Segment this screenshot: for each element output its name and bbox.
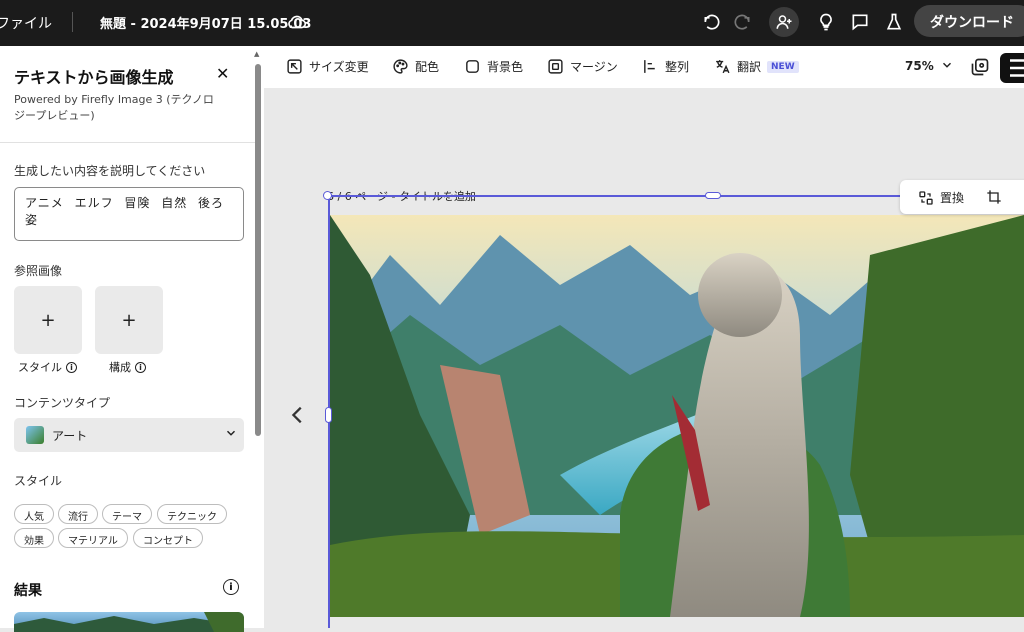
prompt-label: 生成したい内容を説明してください bbox=[14, 164, 206, 178]
style-chip-technique[interactable]: テクニック bbox=[157, 504, 227, 524]
sidebar-scrollbar[interactable] bbox=[255, 64, 261, 436]
plus-icon: + bbox=[40, 309, 56, 331]
style-chip-material[interactable]: マテリアル bbox=[58, 528, 128, 548]
redo-icon[interactable] bbox=[730, 10, 754, 34]
rotate-handle[interactable] bbox=[323, 191, 332, 200]
zoom-level[interactable]: 75% bbox=[905, 59, 934, 73]
art-icon bbox=[26, 426, 44, 444]
content-type-value: アート bbox=[52, 429, 88, 443]
composition-caption-text: 構成 bbox=[109, 361, 131, 374]
replace-label: 置換 bbox=[940, 191, 965, 205]
info-icon[interactable]: i bbox=[66, 361, 77, 373]
style-reference-button[interactable]: + bbox=[14, 286, 82, 354]
align-label: 整列 bbox=[665, 60, 690, 74]
background-color-label: 背景色 bbox=[487, 60, 524, 74]
prompt-input[interactable]: アニメ エルフ 冒険 自然 後ろ姿 bbox=[14, 187, 244, 241]
palette-icon bbox=[393, 59, 408, 74]
style-chip-trending[interactable]: 流行 bbox=[58, 504, 98, 524]
image-context-toolbar: 置換 bbox=[900, 180, 1024, 214]
scroll-up-arrow[interactable]: ▲ bbox=[254, 50, 259, 58]
style-chip-theme[interactable]: テーマ bbox=[102, 504, 152, 524]
user-add-icon bbox=[776, 15, 792, 29]
thumbnail-landscape-image bbox=[14, 612, 244, 632]
adjustments-icon bbox=[1010, 59, 1024, 77]
content-type-dropdown[interactable]: アート bbox=[14, 418, 244, 452]
elf-landscape-illustration bbox=[330, 215, 1024, 617]
margin-tool[interactable]: マージン bbox=[547, 58, 618, 75]
cloud-sync-icon[interactable] bbox=[286, 11, 308, 33]
close-icon[interactable]: ✕ bbox=[216, 64, 229, 83]
download-button[interactable]: ダウンロード bbox=[914, 5, 1024, 37]
document-title[interactable]: 無題 - 2024年9月07日 15.05.03 bbox=[100, 13, 311, 32]
add-collaborator-button[interactable] bbox=[769, 7, 799, 37]
resize-handle-left[interactable] bbox=[325, 407, 332, 423]
file-menu[interactable]: ファイル bbox=[0, 13, 52, 33]
style-caption-text: スタイル bbox=[18, 361, 62, 374]
resize-tool[interactable]: サイズ変更 bbox=[286, 58, 369, 75]
panel-subtitle: Powered by Firefly Image 3 (テクノロジープレビュー) bbox=[14, 93, 214, 122]
color-scheme-label: 配色 bbox=[415, 60, 440, 74]
topbar-divider bbox=[72, 12, 73, 32]
undo-icon[interactable] bbox=[700, 10, 724, 34]
canvas-bottom-edge bbox=[330, 617, 1024, 628]
composition-reference-caption: 構成 i bbox=[109, 359, 146, 375]
composition-reference-button[interactable]: + bbox=[95, 286, 163, 354]
replace-icon bbox=[919, 190, 933, 205]
margin-label: マージン bbox=[570, 60, 618, 74]
plus-icon: + bbox=[121, 309, 137, 331]
panel-title: テキストから画像生成 bbox=[14, 68, 174, 87]
resize-icon bbox=[287, 59, 302, 74]
chevron-down-icon bbox=[224, 426, 238, 443]
resize-handle-top[interactable] bbox=[705, 192, 721, 199]
lightbulb-icon[interactable] bbox=[814, 10, 838, 34]
flask-icon[interactable] bbox=[882, 10, 906, 34]
style-label: スタイル bbox=[14, 474, 63, 488]
align-tool[interactable]: 整列 bbox=[642, 58, 689, 75]
chevron-down-icon[interactable] bbox=[940, 58, 954, 75]
new-badge: NEW bbox=[767, 60, 799, 73]
info-icon[interactable]: i bbox=[135, 361, 146, 373]
background-icon bbox=[466, 60, 479, 73]
previous-page-button[interactable] bbox=[287, 400, 309, 437]
info-icon[interactable]: i bbox=[223, 579, 239, 595]
style-reference-caption: スタイル i bbox=[18, 359, 77, 375]
adjustments-button[interactable] bbox=[1000, 53, 1024, 83]
comment-icon[interactable] bbox=[848, 10, 872, 34]
results-heading: 結果 bbox=[14, 583, 42, 599]
style-chip-popular[interactable]: 人気 bbox=[14, 504, 54, 524]
generated-image[interactable] bbox=[330, 215, 1024, 617]
content-type-label: コンテンツタイプ bbox=[14, 396, 111, 410]
translate-icon bbox=[716, 60, 730, 74]
canvas-toolbar: サイズ変更 配色 背景色 マージン 整列 翻訳 NEW 75% bbox=[264, 46, 1024, 88]
background-color-tool[interactable]: 背景色 bbox=[464, 58, 523, 75]
align-icon bbox=[644, 60, 655, 73]
text-to-image-panel: テキストから画像生成 ✕ Powered by Firefly Image 3 … bbox=[0, 46, 264, 632]
color-scheme-tool[interactable]: 配色 bbox=[392, 58, 439, 75]
style-chip-concept[interactable]: コンセプト bbox=[133, 528, 203, 548]
translate-label: 翻訳 bbox=[737, 60, 762, 74]
style-chip-effect[interactable]: 効果 bbox=[14, 528, 54, 548]
reference-image-label: 参照画像 bbox=[14, 264, 63, 278]
chevron-left-icon bbox=[291, 406, 302, 424]
result-thumbnail[interactable] bbox=[14, 612, 244, 632]
replace-button[interactable]: 置換 bbox=[918, 189, 964, 206]
translate-tool[interactable]: 翻訳 NEW bbox=[714, 58, 799, 75]
layers-icon[interactable] bbox=[970, 57, 990, 77]
panel-divider bbox=[0, 142, 258, 143]
crop-icon[interactable] bbox=[986, 189, 1002, 205]
top-bar: ファイル 無題 - 2024年9月07日 15.05.03 ダウンロード bbox=[0, 0, 1024, 46]
resize-label: サイズ変更 bbox=[309, 60, 369, 74]
margin-icon bbox=[548, 59, 563, 74]
